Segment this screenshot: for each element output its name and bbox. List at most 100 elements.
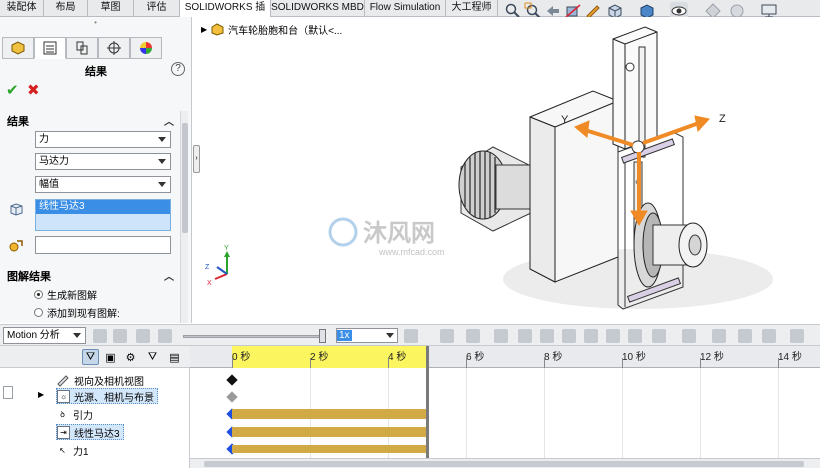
tab-big-engineer[interactable]: 大工程师 (446, 0, 498, 17)
result-component-dropdown[interactable]: 幅值 (35, 176, 171, 193)
expand-arrow-icon[interactable]: ▶ (38, 390, 44, 399)
tree-item-force[interactable]: ↖ 力1 (56, 442, 88, 458)
tab-solidworks-mbd[interactable]: SOLIDWORKS MBD (271, 0, 365, 17)
tab-assembly[interactable]: 装配体 (0, 0, 44, 17)
contact-icon[interactable] (606, 329, 620, 343)
tree-item-gravity[interactable]: ꝺ 引力 (56, 406, 93, 422)
tick-label: 8 秒 (544, 352, 563, 363)
tab-solidworks-addins[interactable]: SOLIDWORKS 插件 (180, 0, 271, 29)
dropdown-arrow-icon (158, 182, 166, 187)
grid-line (622, 368, 623, 460)
simulation-setup-icon[interactable] (738, 329, 752, 343)
grid-line (544, 368, 545, 460)
results-and-plots-icon[interactable] (652, 329, 666, 343)
linear-motor-icon: ⇥ (57, 425, 70, 439)
tab-configuration-manager[interactable] (66, 37, 98, 59)
gravity-icon: ꝺ (60, 409, 65, 419)
crosshair-icon (107, 41, 121, 55)
study-type-dropdown[interactable]: Motion 分析 (3, 327, 86, 344)
cancel-x-icon[interactable]: ✖ (27, 81, 40, 99)
ok-checkmark-icon[interactable]: ✔ (6, 81, 19, 99)
assembly-model-view[interactable]: Y Z 沐风网 www.mfcad.com Y Z X (193, 17, 820, 323)
tree-item-view-camera[interactable]: 视向及相机视图 (56, 372, 144, 388)
collapse-icon[interactable]: ︿ (164, 268, 174, 283)
help-icon[interactable]: ? (171, 62, 185, 76)
selected-features-list[interactable]: 线性马达3 (35, 199, 171, 231)
vertical-scrollbar[interactable] (180, 111, 188, 323)
reference-component-field[interactable] (35, 236, 171, 254)
tab-evaluate[interactable]: 评估 (134, 0, 180, 17)
autokey-icon[interactable] (466, 329, 480, 343)
radio-create-new-plot[interactable]: 生成新图解 (34, 287, 97, 302)
timeline-bar-force[interactable] (232, 445, 426, 453)
tab-property-manager[interactable] (34, 37, 66, 59)
playback-slider-track[interactable] (183, 335, 326, 338)
stop-icon[interactable] (158, 329, 172, 343)
radio-button[interactable] (34, 308, 43, 317)
keyframe-scene[interactable] (226, 391, 238, 403)
collapse-icon[interactable]: ︿ (164, 113, 174, 128)
time-ruler[interactable]: 0 秒 2 秒 4 秒 6 秒 8 秒 10 秒 12 秒 14 秒 (190, 346, 820, 368)
filter-driving-icon[interactable]: ▣ (102, 349, 119, 365)
tab-sketch[interactable]: 草图 (88, 0, 134, 17)
spring-icon[interactable] (540, 329, 554, 343)
tab-display-manager[interactable] (130, 37, 162, 59)
filter-animated-icon[interactable]: ⛛ (82, 349, 99, 365)
tree-item-label: 引力 (73, 410, 93, 422)
tree-scroll-thumb[interactable] (3, 386, 13, 399)
tab-flow-simulation[interactable]: Flow Simulation (365, 0, 446, 17)
tick-mark (622, 358, 623, 368)
tree-item-lights-cameras-scene[interactable]: ☼ 光源、相机与布景 (56, 388, 158, 404)
horizontal-scrollbar[interactable] (190, 458, 820, 468)
filter-selected-icon[interactable]: ⚙ (122, 349, 139, 365)
time-bar[interactable] (426, 346, 429, 468)
selected-feature-item[interactable]: 线性马达3 (36, 200, 170, 214)
motion-study-properties-icon[interactable] (682, 329, 696, 343)
playback-slider-thumb[interactable] (319, 329, 326, 343)
radio-button-selected[interactable] (34, 290, 43, 299)
triad-label-x: X (207, 280, 212, 287)
play-from-start-icon[interactable] (113, 329, 127, 343)
graphics-area[interactable]: ▶ 汽车轮胎胞和台（默认<... › Y Z 沐风网 www.mfcad.com… (193, 17, 820, 323)
keyframe-view-camera[interactable] (226, 374, 238, 386)
motor-icon[interactable] (518, 329, 532, 343)
tick-label: 0 秒 (232, 352, 251, 363)
radio-create-new-label: 生成新图解 (47, 291, 97, 302)
property-list-icon (43, 41, 57, 55)
gravity-icon[interactable] (628, 329, 642, 343)
radio-add-to-existing-plot[interactable]: 添加到现有图解: (34, 305, 120, 320)
animation-wizard-icon[interactable] (440, 329, 454, 343)
play-icon[interactable] (136, 329, 150, 343)
tab-layout[interactable]: 布局 (44, 0, 88, 17)
tab-dimxpert-manager[interactable] (98, 37, 130, 59)
motion-timeline[interactable]: 0 秒 2 秒 4 秒 6 秒 8 秒 10 秒 12 秒 14 秒 (190, 346, 820, 468)
collapse-motion-manager-icon[interactable] (712, 329, 726, 343)
save-animation-icon[interactable] (404, 329, 418, 343)
timeline-bar-gravity[interactable] (232, 409, 426, 419)
plot-results-section-header[interactable]: 图解结果 ︿ (0, 268, 180, 284)
view-results-icon[interactable] (762, 329, 776, 343)
study-type-value: Motion 分析 (7, 330, 60, 341)
scrollbar-thumb[interactable] (204, 461, 804, 467)
manager-tabs (0, 37, 191, 59)
tick-label: 2 秒 (310, 352, 329, 363)
timeline-bar-linear-motor[interactable] (232, 427, 426, 437)
playback-speed-dropdown[interactable]: 1x (336, 328, 398, 343)
filter-plots-icon[interactable]: ▤ (166, 349, 183, 365)
result-category-dropdown[interactable]: 力 (35, 131, 171, 148)
tree-item-linear-motor[interactable]: ⇥ 线性马达3 (56, 424, 124, 440)
tab-feature-manager[interactable] (2, 37, 34, 59)
damper-icon[interactable] (562, 329, 576, 343)
scrollbar-thumb[interactable] (182, 123, 188, 233)
help-motion-icon[interactable] (790, 329, 804, 343)
force-icon[interactable] (584, 329, 598, 343)
filter-results-icon[interactable]: ⛛ (144, 349, 161, 365)
grid-line (700, 368, 701, 460)
results-section-header[interactable]: 结果 ︿ (0, 113, 180, 129)
result-subcategory-dropdown[interactable]: 马达力 (35, 153, 171, 170)
panel-grip[interactable]: • (0, 17, 191, 30)
dropdown-arrow-icon (73, 333, 81, 338)
add-key-icon[interactable] (494, 329, 508, 343)
calculate-icon[interactable] (93, 329, 107, 343)
tick-mark (700, 358, 701, 368)
